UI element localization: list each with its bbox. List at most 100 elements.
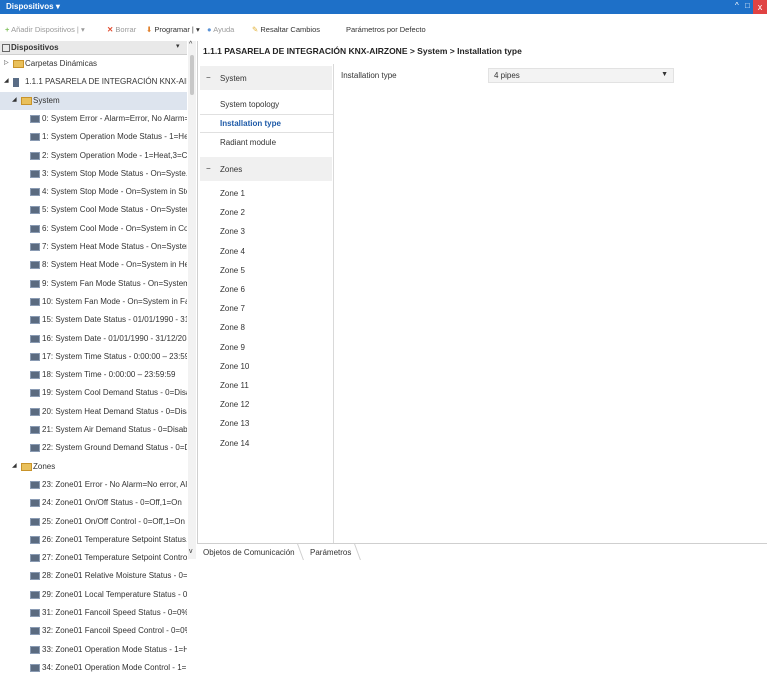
- tree-item-object[interactable]: 18: System Time - 0:00:00 – 23:59:59: [0, 366, 187, 384]
- tree-item-object[interactable]: 7: System Heat Mode Status - On=System..…: [0, 238, 187, 256]
- maximize-icon[interactable]: □: [745, 1, 750, 10]
- tree-item-object[interactable]: 3: System Stop Mode Status - On=Syste...: [0, 165, 187, 183]
- tree-item-object[interactable]: 29: Zone01 Local Temperature Status - 0=…: [0, 586, 187, 604]
- window-title[interactable]: Dispositivos ▾: [6, 2, 60, 11]
- tree-item-object[interactable]: 24: Zone01 On/Off Status - 0=Off,1=On: [0, 494, 187, 512]
- tree-item-label: 4: System Stop Mode - On=System in Sto..…: [42, 187, 187, 197]
- tree-item-object[interactable]: 0: System Error - Alarm=Error, No Alarm=…: [0, 110, 187, 128]
- tree-item-object[interactable]: 2: System Operation Mode - 1=Heat,3=C...: [0, 147, 187, 165]
- tree-item-object[interactable]: 15: System Date Status - 01/01/1990 - 31…: [0, 311, 187, 329]
- tree-item-object[interactable]: 8: System Heat Mode - On=System in He...: [0, 256, 187, 274]
- object-icon: [30, 480, 40, 489]
- nav-item-zone-8[interactable]: Zone 8: [220, 323, 245, 332]
- tree-item-object[interactable]: 26: Zone01 Temperature Setpoint Status..…: [0, 531, 187, 549]
- tree-item-object[interactable]: 16: System Date - 01/01/1990 - 31/12/208…: [0, 330, 187, 348]
- tree-item-object[interactable]: 28: Zone01 Relative Moisture Status - 0=…: [0, 567, 187, 585]
- tree-item-object[interactable]: 27: Zone01 Temperature Setpoint Control.…: [0, 549, 187, 567]
- tree-item-object[interactable]: 17: System Time Status - 0:00:00 – 23:59…: [0, 348, 187, 366]
- tree-item-object[interactable]: 34: Zone01 Operation Mode Control - 1=..…: [0, 659, 187, 677]
- object-icon: [30, 389, 40, 398]
- object-icon: [30, 261, 40, 270]
- folder-icon: [21, 462, 32, 471]
- default-parameters-button[interactable]: Parámetros por Defecto: [346, 25, 426, 34]
- plus-icon: +: [5, 25, 10, 34]
- tree-item-label: 0: System Error - Alarm=Error, No Alarm=…: [42, 113, 187, 123]
- nav-section-system[interactable]: − System: [200, 66, 332, 90]
- program-button[interactable]: ⬇ Programar | ▾: [146, 25, 200, 34]
- scroll-up-icon[interactable]: ^: [189, 41, 192, 48]
- tree-item-label: 26: Zone01 Temperature Setpoint Status..…: [42, 534, 187, 544]
- tree-item-object[interactable]: 31: Zone01 Fancoil Speed Status - 0=0%=.…: [0, 604, 187, 622]
- tree-item-object[interactable]: 5: System Cool Mode Status - On=System..…: [0, 201, 187, 219]
- nav-item-zone-4[interactable]: Zone 4: [220, 247, 245, 256]
- expand-toggle-icon[interactable]: ▷: [4, 59, 9, 66]
- tree-item-object[interactable]: 32: Zone01 Fancoil Speed Control - 0=0%.…: [0, 622, 187, 640]
- nav-item-zone-9[interactable]: Zone 9: [220, 343, 245, 352]
- tree-item-object[interactable]: 6: System Cool Mode - On=System in Co...: [0, 220, 187, 238]
- nav-item-zone-1[interactable]: Zone 1: [220, 189, 245, 198]
- installation-type-select[interactable]: 4 pipes ▼: [488, 68, 674, 83]
- object-icon: [30, 609, 40, 617]
- nav-item-zone-12[interactable]: Zone 12: [220, 400, 249, 409]
- nav-item-installation-type[interactable]: Installation type: [220, 119, 281, 128]
- expand-toggle-icon[interactable]: ◢: [12, 462, 17, 469]
- tree-item-folder[interactable]: ◢ System: [0, 91, 187, 110]
- installation-type-label: Installation type: [341, 71, 397, 80]
- nav-item-zone-6[interactable]: Zone 6: [220, 285, 245, 294]
- scroll-down-icon[interactable]: v: [189, 548, 193, 555]
- object-icon: [30, 535, 40, 544]
- object-icon: [30, 334, 40, 343]
- tree-item-object[interactable]: 4: System Stop Mode - On=System in Sto..…: [0, 183, 187, 201]
- panel-menu-icon[interactable]: ▾: [176, 42, 180, 50]
- tree-item-object[interactable]: 25: Zone01 On/Off Control - 0=Off,1=On: [0, 513, 187, 531]
- scrollbar-thumb[interactable]: [190, 55, 194, 95]
- object-icon: [30, 114, 40, 123]
- tab-parameters[interactable]: Parámetros: [310, 548, 352, 557]
- tree-item-object[interactable]: 33: Zone01 Operation Mode Status - 1=H..…: [0, 641, 187, 659]
- object-icon: [30, 627, 40, 636]
- nav-item-zone-2[interactable]: Zone 2: [220, 208, 245, 217]
- tree-item-object[interactable]: 20: System Heat Demand Status - 0=Disa..…: [0, 403, 187, 421]
- help-icon: ●: [207, 25, 212, 34]
- nav-item-zone-3[interactable]: Zone 3: [220, 227, 245, 236]
- nav-item-zone-14[interactable]: Zone 14: [220, 439, 249, 448]
- devices-panel-header: Dispositivos ▾: [0, 41, 187, 55]
- tree-item-object[interactable]: 23: Zone01 Error - No Alarm=No error, Al…: [0, 476, 187, 494]
- help-button[interactable]: ● Ayuda: [207, 25, 234, 34]
- nav-item-zone-5[interactable]: Zone 5: [220, 266, 245, 275]
- tree-item-object[interactable]: 1: System Operation Mode Status - 1=He..…: [0, 128, 187, 146]
- tree-item-object[interactable]: 19: System Cool Demand Status - 0=Disa..…: [0, 384, 187, 402]
- close-button[interactable]: x: [753, 0, 767, 14]
- highlight-changes-button[interactable]: ✎ Resaltar Cambios: [252, 25, 320, 34]
- tree-item-object[interactable]: 21: System Air Demand Status - 0=Disabl.…: [0, 421, 187, 439]
- tree-item-object[interactable]: 22: System Ground Demand Status - 0=Di..…: [0, 439, 187, 457]
- tree-item-device[interactable]: ◢ 1.1.1 PASARELA DE INTEGRACIÓN KNX-AIR..…: [0, 73, 187, 91]
- nav-item-radiant-module[interactable]: Radiant module: [220, 138, 276, 147]
- expand-toggle-icon[interactable]: ◢: [12, 96, 17, 103]
- tab-communication-objects[interactable]: Objetos de Comunicación: [203, 548, 295, 557]
- tree-item-label: 19: System Cool Demand Status - 0=Disa..…: [42, 388, 187, 398]
- collapse-icon[interactable]: ^: [735, 1, 739, 10]
- tree-item-object[interactable]: 10: System Fan Mode - On=System in Fa...: [0, 293, 187, 311]
- nav-section-zones[interactable]: − Zones: [200, 157, 332, 181]
- nav-item-zone-13[interactable]: Zone 13: [220, 419, 249, 428]
- tree-item-folder[interactable]: ▷ Carpetas Dinámicas: [0, 55, 187, 73]
- nav-item-system-topology[interactable]: System topology: [220, 100, 279, 109]
- object-icon: [30, 279, 40, 288]
- object-icon: [30, 188, 40, 197]
- tree-item-label: 29: Zone01 Local Temperature Status - 0=…: [42, 589, 187, 599]
- expand-toggle-icon[interactable]: ◢: [4, 77, 9, 84]
- tree-item-label: 3: System Stop Mode Status - On=Syste...: [42, 168, 187, 178]
- tree-item-label: 1.1.1 PASARELA DE INTEGRACIÓN KNX-AIR...: [25, 77, 187, 87]
- tree-item-folder[interactable]: ◢ Zones: [0, 458, 187, 476]
- tree-item-label: 2: System Operation Mode - 1=Heat,3=C...: [42, 150, 187, 160]
- nav-item-zone-7[interactable]: Zone 7: [220, 304, 245, 313]
- nav-item-zone-10[interactable]: Zone 10: [220, 362, 249, 371]
- tree-item-label: 7: System Heat Mode Status - On=System..…: [42, 242, 187, 251]
- delete-button[interactable]: ✕ Borrar: [107, 25, 136, 34]
- tree-item-label: 25: Zone01 On/Off Control - 0=Off,1=On: [42, 516, 185, 526]
- add-devices-button[interactable]: + Añadir Dispositivos | ▾: [5, 25, 85, 34]
- nav-item-zone-11[interactable]: Zone 11: [220, 381, 249, 390]
- tree-item-object[interactable]: 9: System Fan Mode Status - On=System i.…: [0, 275, 187, 293]
- tree-scrollbar[interactable]: ^ v: [188, 41, 196, 559]
